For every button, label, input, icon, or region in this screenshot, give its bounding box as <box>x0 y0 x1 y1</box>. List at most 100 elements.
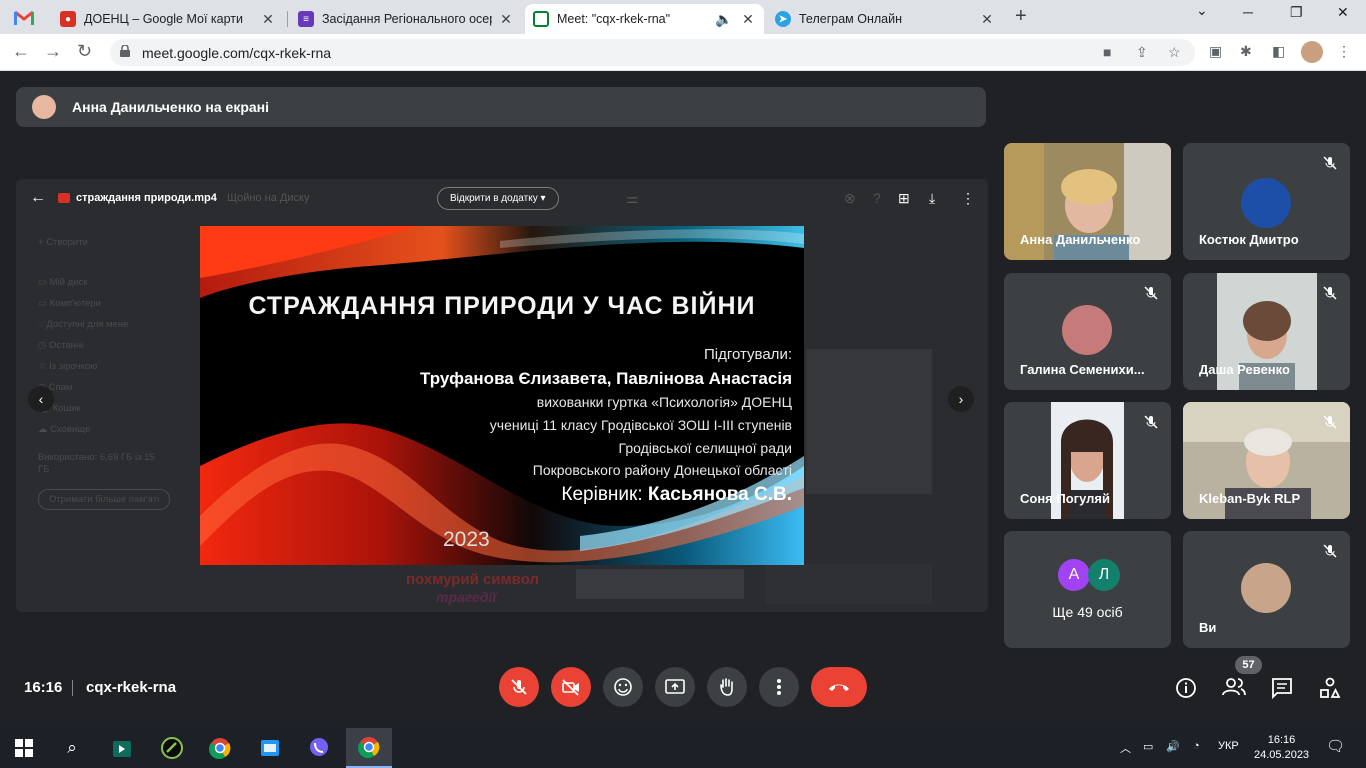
slide-authors: Труфанова Єлизавета, Павлінова Анастасія <box>419 369 792 388</box>
taskbar-clock[interactable]: 16:16 24.05.2023 <box>1254 733 1309 763</box>
drive-bg-caption: похмурий символ <box>406 571 540 588</box>
tray-chevron-icon[interactable]: ︿ <box>1120 740 1131 756</box>
windows-start-icon[interactable] <box>12 736 36 760</box>
drive-thumbnail <box>766 564 932 604</box>
activities-icon <box>1320 677 1341 698</box>
leave-call-button[interactable] <box>811 667 867 707</box>
app-icon[interactable] <box>110 736 134 760</box>
maximize-button[interactable]: ❐ <box>1290 4 1303 21</box>
tab-maps[interactable]: ● ДОЕНЦ – Google Мої карти ✕ <box>52 4 284 34</box>
apps-icon: ⚌ <box>626 190 639 206</box>
puzzle-extensions-icon[interactable]: ✱ <box>1240 43 1252 60</box>
slide-line: учениці 11 класу Гродівської ЗОШ І-ІІІ с… <box>489 417 792 433</box>
chat-button[interactable] <box>1271 677 1293 699</box>
profile-avatar[interactable] <box>1301 41 1323 63</box>
drive-nav-item: ▭ Мій диск <box>38 277 88 288</box>
maps-icon: ● <box>60 11 76 27</box>
help-icon: ? <box>873 190 881 206</box>
reload-icon[interactable]: ↻ <box>77 41 92 62</box>
extension-icon[interactable]: ▣ <box>1209 43 1222 60</box>
mic-off-icon <box>1139 410 1163 434</box>
chrome-icon[interactable] <box>208 736 232 760</box>
mic-toggle-button[interactable] <box>499 667 539 707</box>
mic-off-icon <box>1139 281 1163 305</box>
mic-off-icon <box>1318 410 1342 434</box>
participant-tile[interactable]: Kleban-Byk RLP <box>1183 402 1350 519</box>
drive-nav-item: ☆ Із зірочкою <box>38 361 98 372</box>
slide-line: Гродівської селищної ради <box>618 440 792 456</box>
notification-icon[interactable]: 🗨 <box>1326 737 1345 755</box>
avatar: Л <box>1088 559 1120 591</box>
viber-icon[interactable] <box>307 736 331 760</box>
side-panel-icon[interactable]: ◧ <box>1272 43 1285 60</box>
activities-button[interactable] <box>1319 677 1341 699</box>
hang-up-icon <box>829 684 849 691</box>
divider <box>72 680 73 696</box>
browser-menu-icon[interactable]: ⋮ <box>1337 43 1351 60</box>
volume-icon[interactable]: 🔊 <box>1166 740 1180 753</box>
share-icon[interactable]: ⇪ <box>1136 44 1148 61</box>
participant-tile[interactable]: Даша Ревенко <box>1183 273 1350 390</box>
chat-icon <box>1272 678 1292 699</box>
back-arrow-icon: ← <box>30 189 46 206</box>
more-options-icon: ⋮ <box>961 190 975 206</box>
back-icon[interactable]: ← <box>12 41 30 62</box>
previous-arrow-icon: ‹ <box>28 386 54 412</box>
address-bar[interactable]: meet.google.com/cqx-rkek-rna ■ ⇪ ☆ <box>110 39 1195 66</box>
drive-nav-item: ◌ Доступні для мене <box>38 319 129 330</box>
tab-meet[interactable]: Meet: "cqx-rkek-rna" 🔈 ✕ <box>525 4 764 34</box>
chrome-active-icon[interactable] <box>346 728 392 768</box>
app-icon[interactable] <box>258 736 282 760</box>
tab-forms[interactable]: ≡ Засідання Регіонального осеред ✕ <box>290 4 522 34</box>
people-icon <box>1222 678 1246 696</box>
info-icon <box>1176 678 1196 698</box>
language-indicator[interactable]: УКР <box>1218 740 1239 752</box>
drive-storage-text: Використано: 6,69 ГБ із 15 ГБ <box>38 452 155 475</box>
camera-off-icon <box>562 679 579 696</box>
drive-thumbnail <box>576 569 744 599</box>
browser-tab-strip: ● ДОЕНЦ – Google Мої карти ✕ ≡ Засідання… <box>0 0 1366 34</box>
participant-tile[interactable]: Анна Данильченко <box>1004 143 1171 260</box>
participant-tile[interactable]: Костюк Дмитро <box>1183 143 1350 260</box>
slide-line: вихованки гуртка «Психологія» ДОЕНЦ <box>536 394 792 410</box>
mic-off-icon <box>511 679 527 695</box>
raise-hand-button[interactable] <box>707 667 747 707</box>
participant-tile[interactable]: Галина Семенихи... <box>1004 273 1171 390</box>
more-options-button[interactable] <box>759 667 799 707</box>
forms-icon: ≡ <box>298 11 314 27</box>
bookmark-star-icon[interactable]: ☆ <box>1168 44 1181 61</box>
new-tab-button[interactable]: + <box>1015 5 1027 28</box>
avatar <box>1241 563 1291 613</box>
forward-icon[interactable]: → <box>44 41 62 62</box>
self-tile[interactable]: Ви <box>1183 531 1350 648</box>
network-icon[interactable]: ◔ <box>1193 740 1200 752</box>
gmail-icon[interactable] <box>8 7 40 27</box>
search-icon[interactable]: ⌕ <box>60 736 84 760</box>
app-icon[interactable] <box>160 736 184 760</box>
present-button[interactable] <box>655 667 695 707</box>
minimize-button[interactable]: ─ <box>1243 4 1253 20</box>
camera-in-use-icon[interactable]: ■ <box>1103 44 1111 60</box>
close-tab-icon[interactable]: ✕ <box>498 11 514 28</box>
camera-toggle-button[interactable] <box>551 667 591 707</box>
audio-playing-icon[interactable]: 🔈 <box>714 11 734 28</box>
reactions-button[interactable] <box>603 667 643 707</box>
close-tab-icon[interactable]: ✕ <box>740 11 756 28</box>
meeting-clock: 16:16 <box>24 679 63 696</box>
mic-off-icon <box>1318 281 1342 305</box>
battery-icon[interactable]: ▭ <box>1143 740 1153 753</box>
people-button[interactable] <box>1221 677 1247 697</box>
others-tile[interactable]: А Л Ще 49 осіб <box>1004 531 1171 648</box>
people-count-badge: 57 <box>1235 656 1262 674</box>
slide-line: Покровського району Донецької області <box>532 462 792 478</box>
meet-icon <box>533 11 549 27</box>
close-window-button[interactable]: ✕ <box>1337 4 1349 21</box>
tab-telegram[interactable]: ➤ Телеграм Онлайн ✕ <box>767 4 1003 34</box>
download-icon: ⤓ <box>929 190 936 206</box>
close-tab-icon[interactable]: ✕ <box>979 11 995 28</box>
tab-search-icon[interactable]: ⌄ <box>1196 2 1208 19</box>
lock-icon <box>120 45 130 57</box>
participant-tile[interactable]: Соня Погуляй <box>1004 402 1171 519</box>
close-tab-icon[interactable]: ✕ <box>260 11 276 28</box>
meeting-details-button[interactable] <box>1175 677 1197 699</box>
